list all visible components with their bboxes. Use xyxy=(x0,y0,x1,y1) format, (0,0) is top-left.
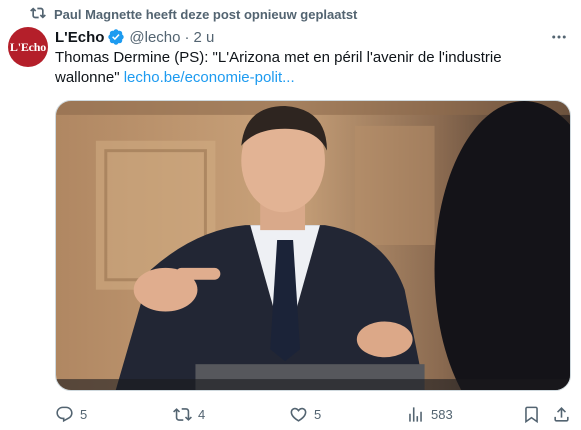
heart-icon xyxy=(290,407,307,422)
views-button[interactable]: 583 xyxy=(406,402,453,426)
like-button[interactable]: 5 xyxy=(289,402,321,426)
action-bar: 5 4 5 583 xyxy=(55,402,571,426)
share-icon xyxy=(554,406,569,422)
repost-text: Paul Magnette heeft deze post opnieuw ge… xyxy=(54,6,358,22)
view-count: 583 xyxy=(431,406,453,422)
repost-icon xyxy=(30,5,46,24)
repost-action-icon xyxy=(173,407,192,421)
author-handle[interactable]: @lecho xyxy=(129,29,180,46)
photo-image xyxy=(56,101,570,390)
repost-count: 4 xyxy=(198,406,206,422)
reply-icon xyxy=(56,406,73,422)
share-button[interactable] xyxy=(552,402,571,426)
post-time[interactable]: 2 u xyxy=(194,29,215,46)
analytics-icon xyxy=(409,406,422,422)
more-options-button[interactable] xyxy=(549,27,569,47)
separator-dot: · xyxy=(184,28,190,46)
tweet[interactable]: Paul Magnette heeft deze post opnieuw ge… xyxy=(0,0,581,430)
repost-indicator[interactable]: Paul Magnette heeft deze post opnieuw ge… xyxy=(30,5,357,23)
avatar[interactable]: L'Echo xyxy=(8,27,48,67)
verified-badge-icon xyxy=(108,29,125,45)
tweet-text: Thomas Dermine (PS): "L'Arizona met en p… xyxy=(55,48,570,88)
bookmark-icon xyxy=(525,406,538,423)
more-icon xyxy=(552,35,566,39)
like-count: 5 xyxy=(314,406,322,422)
reply-button[interactable]: 5 xyxy=(55,402,87,426)
author-name[interactable]: L'Echo xyxy=(55,29,104,46)
avatar-logo-text: L'Echo xyxy=(9,39,47,54)
bookmark-button[interactable] xyxy=(522,402,541,426)
tweet-header: L'Echo @lecho · 2 u xyxy=(55,27,214,47)
tweet-photo[interactable] xyxy=(55,100,571,391)
article-link[interactable]: lecho.be/economie-polit... xyxy=(124,69,295,86)
reply-count: 5 xyxy=(80,406,88,422)
repost-button[interactable]: 4 xyxy=(173,402,205,426)
